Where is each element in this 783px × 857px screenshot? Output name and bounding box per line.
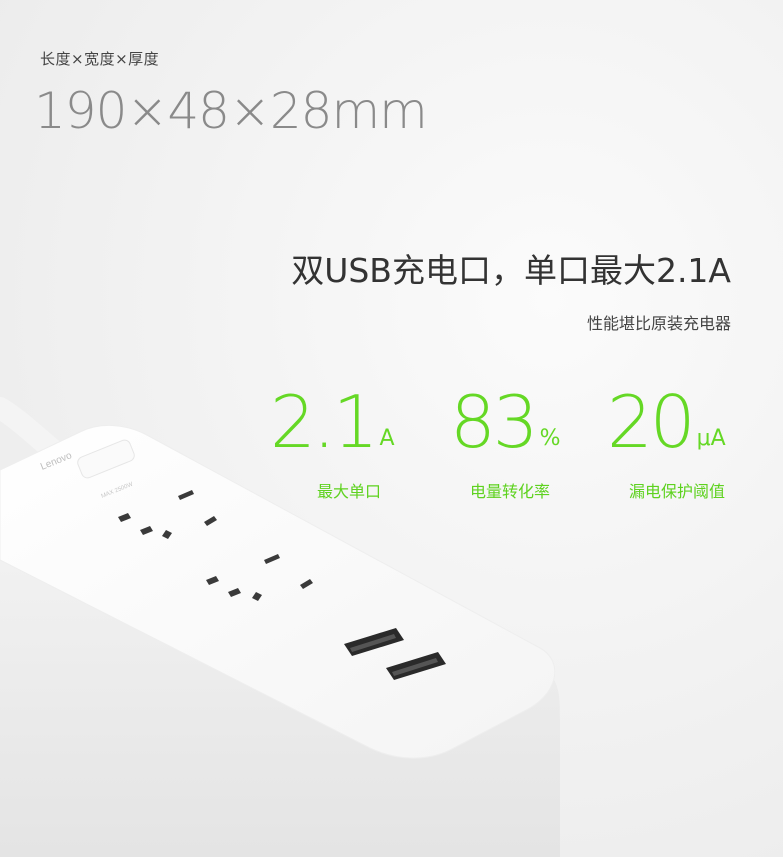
dimensions-value: 190×48×28mm xyxy=(34,82,428,140)
headline: 双USB充电口，单口最大2.1A xyxy=(291,251,731,290)
dimensions-label: 长度×宽度×厚度 xyxy=(40,50,160,68)
power-strip-image: Lenovo MAX 2500W xyxy=(0,397,560,857)
subheadline: 性能堪比原装充电器 xyxy=(586,314,731,333)
